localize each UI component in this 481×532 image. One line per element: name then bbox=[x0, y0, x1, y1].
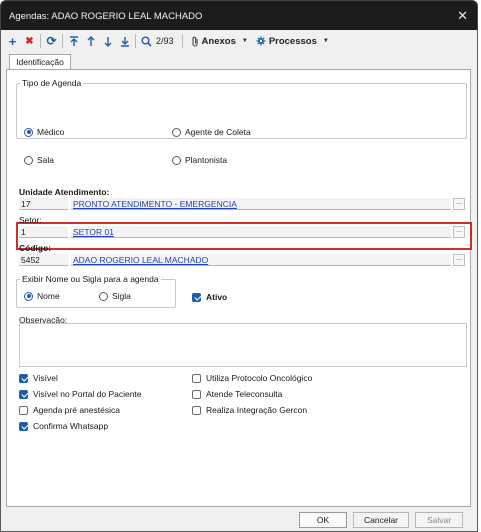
cancelar-button[interactable]: Cancelar bbox=[353, 512, 409, 528]
radio-agente-coleta-label: Agente de Coleta bbox=[185, 127, 251, 137]
refresh-icon[interactable]: ⟳ bbox=[43, 32, 60, 50]
codigo-code-field[interactable]: 5452 bbox=[19, 254, 68, 266]
first-record-icon[interactable] bbox=[65, 32, 82, 50]
radio-sigla-label: Sigla bbox=[112, 291, 131, 301]
protocolo-oncologico-checkbox[interactable]: Utiliza Protocolo Oncológico bbox=[192, 373, 312, 383]
add-icon[interactable]: + bbox=[4, 32, 21, 50]
radio-nome[interactable]: Nome bbox=[24, 291, 60, 301]
title-bar: Agendas: ADAO ROGERIO LEAL MACHADO ✕ bbox=[0, 0, 478, 30]
ativo-checkbox-box bbox=[192, 292, 201, 302]
record-counter: 2/93 bbox=[156, 36, 174, 46]
toolbar-separator bbox=[135, 34, 136, 48]
window-title: Agendas: ADAO ROGERIO LEAL MACHADO bbox=[9, 11, 203, 22]
visivel-portal-checkbox[interactable]: Visível no Portal do Paciente bbox=[19, 389, 142, 399]
gear-icon bbox=[256, 36, 266, 46]
setor-name-link[interactable]: SETOR 01 bbox=[71, 226, 451, 238]
next-record-icon[interactable] bbox=[99, 32, 116, 50]
ativo-checkbox[interactable]: Ativo bbox=[192, 292, 227, 302]
confirma-whatsapp-checkbox-box bbox=[19, 421, 28, 431]
anexos-label: Anexos bbox=[201, 35, 236, 47]
radio-sala-label: Sala bbox=[37, 155, 55, 165]
radio-agente-coleta[interactable]: Agente de Coleta bbox=[172, 127, 251, 137]
codigo-lookup-button[interactable]: ... bbox=[453, 254, 465, 266]
delete-icon[interactable]: ✖ bbox=[21, 32, 38, 50]
radio-medico-label: Médico bbox=[37, 127, 65, 137]
teleconsulta-label: Atende Teleconsulta bbox=[206, 389, 283, 399]
radio-nome-indicator bbox=[24, 291, 33, 301]
radio-plantonista-indicator bbox=[172, 155, 181, 165]
salvar-button[interactable]: Salvar bbox=[415, 512, 463, 528]
protocolo-oncologico-checkbox-box bbox=[192, 373, 201, 383]
ok-button[interactable]: OK bbox=[299, 512, 347, 528]
search-icon[interactable] bbox=[138, 32, 155, 50]
paperclip-icon bbox=[191, 36, 198, 47]
confirma-whatsapp-label: Confirma Whatsapp bbox=[33, 421, 109, 431]
processos-label: Processos bbox=[268, 35, 317, 47]
radio-nome-label: Nome bbox=[37, 291, 60, 301]
identificacao-panel: Tipo de Agenda Médico Agente de Coleta S… bbox=[6, 69, 472, 507]
visivel-portal-label: Visível no Portal do Paciente bbox=[33, 389, 142, 399]
observacao-textarea[interactable] bbox=[19, 323, 467, 367]
radio-sigla-indicator bbox=[99, 291, 108, 301]
radio-medico[interactable]: Médico bbox=[24, 127, 64, 137]
visivel-label: Visível bbox=[33, 373, 58, 383]
chevron-down-icon: ▼ bbox=[322, 38, 329, 44]
last-record-icon[interactable] bbox=[116, 32, 133, 50]
radio-plantonista[interactable]: Plantonista bbox=[172, 155, 227, 165]
teleconsulta-checkbox-box bbox=[192, 389, 201, 399]
ativo-label: Ativo bbox=[206, 292, 228, 302]
unidade-label: Unidade Atendimento: bbox=[19, 187, 110, 197]
close-icon[interactable]: ✕ bbox=[457, 9, 468, 22]
visivel-portal-checkbox-box bbox=[19, 389, 28, 399]
codigo-label: Código: bbox=[19, 243, 52, 253]
confirma-whatsapp-checkbox[interactable]: Confirma Whatsapp bbox=[19, 421, 108, 431]
teleconsulta-checkbox[interactable]: Atende Teleconsulta bbox=[192, 389, 282, 399]
unidade-code-field[interactable]: 17 bbox=[19, 198, 68, 210]
exibir-label: Exibir Nome ou Sigla para a agenda bbox=[20, 274, 161, 284]
toolbar-separator bbox=[62, 34, 63, 48]
processos-dropdown[interactable]: Processos ▼ bbox=[256, 36, 329, 47]
anexos-dropdown[interactable]: Anexos ▼ bbox=[191, 36, 248, 47]
radio-sala-indicator bbox=[24, 155, 33, 165]
setor-lookup-button[interactable]: ... bbox=[453, 226, 465, 238]
gercon-checkbox[interactable]: Realiza Integração Gercon bbox=[192, 405, 307, 415]
pre-anestesica-label: Agenda pré anestésica bbox=[33, 405, 120, 415]
radio-agente-coleta-indicator bbox=[172, 127, 181, 137]
radio-sala[interactable]: Sala bbox=[24, 155, 54, 165]
visivel-checkbox[interactable]: Visível bbox=[19, 373, 58, 383]
toolbar-separator bbox=[40, 34, 41, 48]
toolbar-separator bbox=[181, 34, 183, 48]
unidade-name-link[interactable]: PRONTO ATENDIMENTO - EMERGENCIA bbox=[71, 198, 451, 210]
protocolo-oncologico-label: Utiliza Protocolo Oncológico bbox=[206, 373, 313, 383]
visivel-checkbox-box bbox=[19, 373, 28, 383]
toolbar: + ✖ ⟳ 2/93 Anexos ▼ Processos ▼ bbox=[1, 30, 477, 52]
chevron-down-icon: ▼ bbox=[241, 38, 248, 44]
pre-anestesica-checkbox[interactable]: Agenda pré anestésica bbox=[19, 405, 120, 415]
radio-plantonista-label: Plantonista bbox=[185, 155, 228, 165]
unidade-lookup-button[interactable]: ... bbox=[453, 198, 465, 210]
radio-medico-indicator bbox=[24, 127, 33, 137]
gercon-checkbox-box bbox=[192, 405, 201, 415]
agenda-window: + ✖ ⟳ 2/93 Anexos ▼ Processos ▼ Identifi… bbox=[0, 30, 478, 532]
gercon-label: Realiza Integração Gercon bbox=[206, 405, 308, 415]
setor-label: Setor: bbox=[19, 215, 42, 225]
codigo-name-link[interactable]: ADAO ROGERIO LEAL MACHADO bbox=[71, 254, 451, 266]
setor-code-field[interactable]: 1 bbox=[19, 226, 68, 238]
tab-identificacao[interactable]: Identificação bbox=[9, 54, 71, 70]
radio-sigla[interactable]: Sigla bbox=[99, 291, 131, 301]
tipo-agenda-label: Tipo de Agenda bbox=[20, 78, 84, 88]
pre-anestesica-checkbox-box bbox=[19, 405, 28, 415]
previous-record-icon[interactable] bbox=[82, 32, 99, 50]
